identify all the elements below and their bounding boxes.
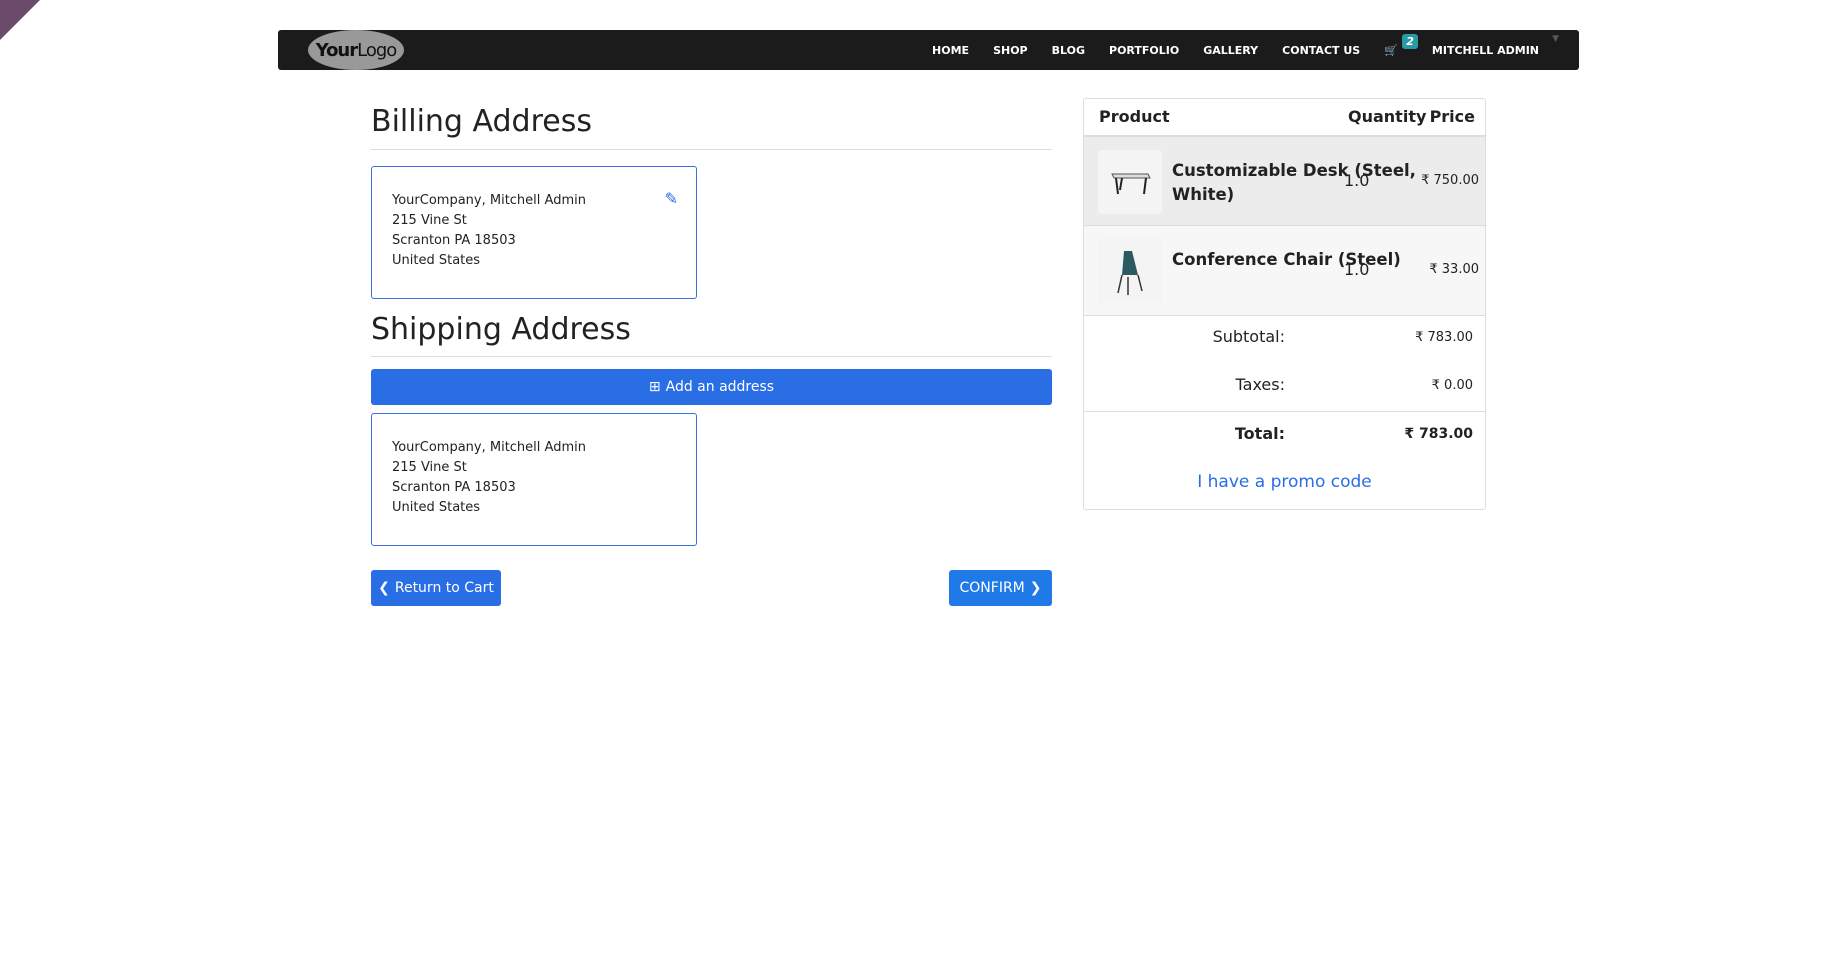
billing-title: Billing Address bbox=[371, 104, 592, 139]
desk-image bbox=[1098, 150, 1162, 214]
chevron-left-icon: ❮ bbox=[378, 580, 390, 596]
nav-contact-us[interactable]: CONTACT US bbox=[1282, 44, 1360, 57]
nav-shop[interactable]: SHOP bbox=[993, 44, 1028, 57]
nav-portfolio[interactable]: PORTFOLIO bbox=[1109, 44, 1179, 57]
chevron-right-icon: ❯ bbox=[1029, 580, 1042, 596]
nav-gallery[interactable]: GALLERY bbox=[1203, 44, 1258, 57]
promo-code-link[interactable]: I have a promo code bbox=[1084, 472, 1485, 492]
header-product: Product bbox=[1099, 107, 1170, 126]
cart-icon[interactable]: 🛒 2 bbox=[1384, 33, 1418, 57]
edit-icon[interactable]: ✎ bbox=[665, 189, 678, 209]
divider bbox=[371, 149, 1052, 150]
cart-badge: 2 bbox=[1402, 33, 1418, 49]
table-row: Customizable Desk (Steel, White) 1.0 ₹ 7… bbox=[1084, 135, 1485, 225]
header-price: Price bbox=[1429, 107, 1475, 126]
plus-square-icon: ⊞ bbox=[648, 379, 661, 395]
header-quantity: Quantity bbox=[1348, 107, 1427, 126]
shipping-title: Shipping Address bbox=[371, 312, 631, 347]
corner-ribbon[interactable] bbox=[0, 0, 40, 40]
logo[interactable]: Your Logo bbox=[308, 30, 404, 70]
confirm-button[interactable]: CONFIRM ❯ bbox=[949, 570, 1052, 606]
divider bbox=[371, 356, 1052, 357]
chevron-down-icon[interactable]: ▼ bbox=[1552, 34, 1559, 44]
nav-home[interactable]: HOME bbox=[932, 44, 969, 57]
add-address-button[interactable]: ⊞ Add an address bbox=[371, 369, 1052, 405]
navbar: Your Logo HOME SHOP BLOG PORTFOLIO GALLER… bbox=[278, 30, 1579, 70]
shipping-address-card[interactable]: YourCompany, Mitchell Admin 215 Vine St … bbox=[371, 413, 697, 546]
billing-address-card[interactable]: YourCompany, Mitchell Admin 215 Vine St … bbox=[371, 166, 697, 299]
order-summary: Product Quantity Price Customizable Desk… bbox=[1083, 98, 1486, 510]
chair-image bbox=[1098, 239, 1162, 303]
return-to-cart-button[interactable]: ❮ Return to Cart bbox=[371, 570, 501, 606]
user-menu[interactable]: MITCHELL ADMIN bbox=[1432, 44, 1539, 57]
table-row: Conference Chair (Steel) 1.0 ₹ 33.00 bbox=[1084, 225, 1485, 315]
nav-blog[interactable]: BLOG bbox=[1052, 44, 1085, 57]
